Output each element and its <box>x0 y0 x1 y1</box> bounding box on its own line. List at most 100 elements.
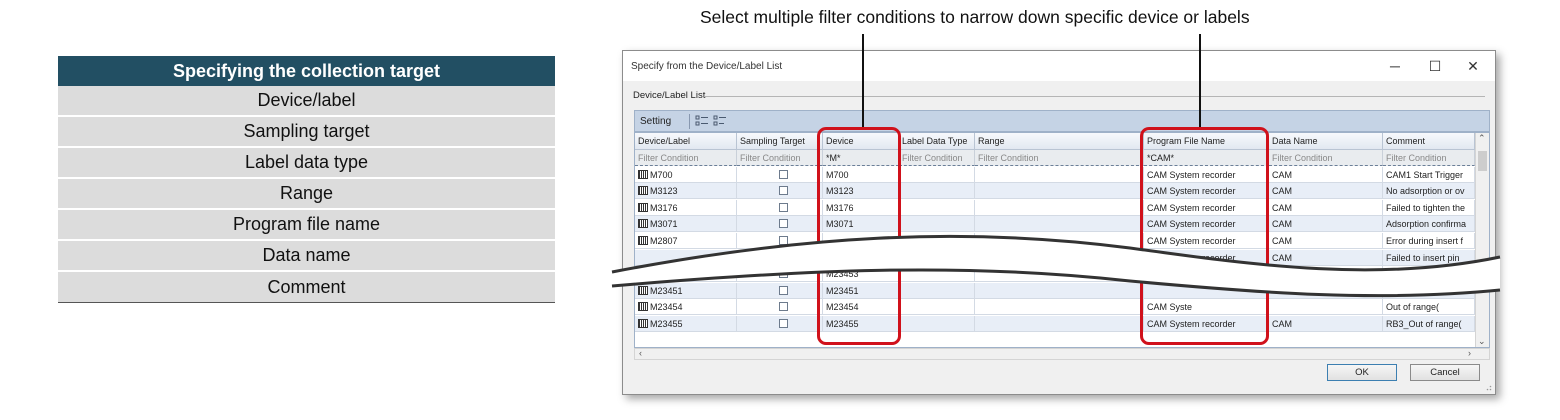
column-header-sampling-target[interactable]: Sampling Target <box>737 133 823 150</box>
column-header-program-file-name[interactable]: Program File Name <box>1144 133 1269 150</box>
sampling-target-checkbox[interactable] <box>779 302 788 312</box>
table-cell: RB3_Out of range( <box>1383 315 1475 332</box>
close-icon[interactable]: ✕ <box>1453 55 1493 77</box>
table-cell <box>899 199 975 216</box>
vertical-scrollbar[interactable]: ⌃ ⌄ <box>1475 133 1489 347</box>
filter-range[interactable]: Filter Condition <box>975 150 1144 166</box>
table-cell[interactable] <box>737 299 823 316</box>
sampling-target-checkbox[interactable] <box>779 269 788 279</box>
filter-device-label[interactable]: Filter Condition <box>635 150 737 166</box>
table-cell: CAM System recorder <box>1144 250 1269 266</box>
table-cell <box>975 315 1144 332</box>
table-cell <box>1269 299 1383 316</box>
device-label-cell: M23451 <box>635 282 737 299</box>
device-label-cell: M23455 <box>635 315 737 332</box>
table-cell: M3123 <box>823 183 899 200</box>
minimize-icon[interactable]: ─ <box>1375 55 1415 77</box>
sampling-target-checkbox[interactable] <box>779 186 788 196</box>
ok-button[interactable]: OK <box>1327 364 1397 381</box>
device-label-text: M3071 <box>650 219 678 230</box>
collection-target-row: Program file name <box>58 210 555 241</box>
table-cell: CAM System recorder <box>1144 216 1269 233</box>
maximize-icon[interactable]: ☐ <box>1415 55 1455 77</box>
collapse-list-icon[interactable] <box>713 114 727 128</box>
table-cell: CAM System recorder <box>1144 266 1269 283</box>
filter-label-data-type[interactable]: Filter Condition <box>899 150 975 166</box>
table-cell <box>899 266 975 283</box>
table-cell[interactable] <box>737 282 823 299</box>
sampling-target-checkbox[interactable] <box>779 170 788 179</box>
sampling-target-checkbox[interactable] <box>779 219 788 229</box>
table-cell[interactable] <box>737 216 823 233</box>
table-cell: CAM <box>1269 266 1383 283</box>
device-label-cell: M23453 <box>635 266 737 283</box>
sampling-target-checkbox[interactable] <box>779 285 788 295</box>
scroll-right-icon[interactable]: › <box>1468 348 1471 358</box>
table-cell: CAM System recorder <box>1144 199 1269 216</box>
chip-icon <box>638 285 648 295</box>
collection-target-row: Device/label <box>58 86 555 117</box>
scroll-thumb[interactable] <box>1478 151 1487 171</box>
sampling-target-checkbox[interactable] <box>779 235 788 245</box>
scroll-up-icon[interactable]: ⌃ <box>1478 133 1486 144</box>
table-cell[interactable] <box>737 199 823 216</box>
table-cell: CAM1 Start Trigger <box>1383 167 1475 183</box>
sampling-target-checkbox[interactable] <box>779 318 788 328</box>
resize-grip-icon[interactable] <box>1484 383 1492 391</box>
table-cell <box>899 315 975 332</box>
chip-icon <box>638 235 648 245</box>
table-cell: No adsorption or ov <box>1383 183 1475 200</box>
table-cell <box>823 232 899 249</box>
table-cell <box>899 216 975 233</box>
table-cell[interactable] <box>737 167 823 183</box>
table-cell: M23454 <box>823 299 899 316</box>
table-cell: CAM System recorder <box>1144 232 1269 249</box>
column-header-data-name[interactable]: Data Name <box>1269 133 1383 150</box>
list-toolbar: Setting <box>634 110 1490 132</box>
collection-target-header: Specifying the collection target <box>58 56 555 86</box>
table-cell: M3176 <box>823 199 899 216</box>
device-label-text: M23454 <box>650 302 683 313</box>
table-cell: CAM <box>1269 216 1383 233</box>
table-cell: M23453 <box>823 266 899 283</box>
filter-comment[interactable]: Filter Condition <box>1383 150 1475 166</box>
device-label-cell: M3071 <box>635 216 737 233</box>
scroll-left-icon[interactable]: ‹ <box>639 348 642 358</box>
filter-data-name[interactable]: Filter Condition <box>1269 150 1383 166</box>
device-label-dialog: Specify from the Device/Label List ─ ☐ ✕… <box>622 50 1496 395</box>
table-cell: Failed to tighten the <box>1383 199 1475 216</box>
filter-sampling-target[interactable]: Filter Condition <box>737 150 823 166</box>
horizontal-scrollbar[interactable]: ‹ › <box>634 348 1490 360</box>
filter-device[interactable]: *M* <box>823 150 899 166</box>
table-cell[interactable] <box>737 315 823 332</box>
sampling-target-checkbox[interactable] <box>779 253 788 262</box>
device-label-grid: Device/Label Sampling Target Device Label D… <box>634 132 1490 348</box>
setting-button[interactable]: Setting <box>640 116 671 127</box>
chip-icon <box>638 318 648 328</box>
sampling-target-checkbox[interactable] <box>779 202 788 212</box>
table-cell: Out of range( <box>1383 299 1475 316</box>
column-header-device-label[interactable]: Device/Label <box>635 133 737 150</box>
table-cell[interactable] <box>737 232 823 249</box>
table-cell[interactable] <box>737 183 823 200</box>
column-header-comment[interactable]: Comment <box>1383 133 1475 150</box>
table-cell <box>975 250 1144 266</box>
filter-program-file-name[interactable]: *CAM* <box>1144 150 1269 166</box>
column-header-range[interactable]: Range <box>975 133 1144 150</box>
caption-text: Select multiple filter conditions to nar… <box>700 7 1250 27</box>
table-cell: Adsorption confirma <box>1383 216 1475 233</box>
table-cell: Error during insert f <box>1383 232 1475 249</box>
column-header-device[interactable]: Device <box>823 133 899 150</box>
column-header-label-data-type[interactable]: Label Data Type <box>899 133 975 150</box>
table-cell[interactable] <box>737 250 823 266</box>
table-cell[interactable] <box>737 266 823 283</box>
chip-icon <box>638 269 648 279</box>
device-label-cell: M700 <box>635 167 737 183</box>
cancel-button[interactable]: Cancel <box>1410 364 1480 381</box>
device-label-text: M2807 <box>650 235 678 246</box>
collection-target-row: Comment <box>58 272 555 303</box>
table-cell <box>975 216 1144 233</box>
expand-list-icon[interactable] <box>695 114 709 128</box>
scroll-down-icon[interactable]: ⌄ <box>1478 336 1486 347</box>
device-label-cell: M3176 <box>635 199 737 216</box>
